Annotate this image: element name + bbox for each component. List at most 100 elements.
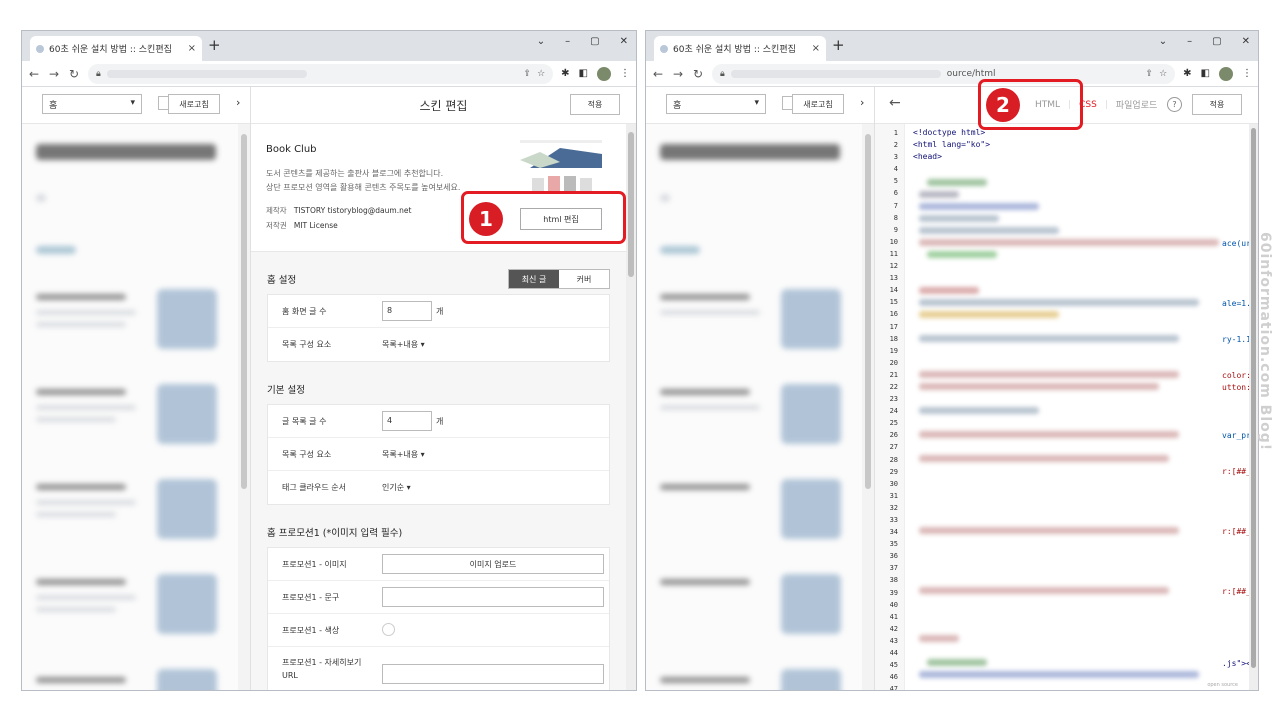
code-editor[interactable]: 1 2 3 4 5 6 7 8 9 10 11 12 13 14 15 16 1…: [875, 124, 1258, 690]
tab-search-icon[interactable]: ⌄: [537, 36, 545, 47]
chevron-right-icon[interactable]: ›: [860, 96, 864, 109]
browser-window-right: 60초 쉬운 설치 방법 :: 스킨편집 × + ⌄ – ▢ ✕ ← → ↻ 🔒…: [645, 30, 1259, 691]
tab-bar: 60초 쉬운 설치 방법 :: 스킨편집 × + ⌄ – ▢ ✕: [646, 31, 1258, 61]
page-select[interactable]: 홈 ▾: [666, 94, 766, 114]
tab-file-upload[interactable]: 파일업로드: [1116, 98, 1157, 111]
side-panel-icon[interactable]: ◧: [1201, 68, 1210, 79]
maximize-icon[interactable]: ▢: [590, 36, 599, 47]
blog-preview-panel: 홈 ▾ 새로고침 ›: [646, 87, 875, 690]
preview-toolbar: 홈 ▾ 새로고침 ›: [646, 87, 874, 124]
back-icon[interactable]: ←: [652, 67, 664, 81]
forward-icon[interactable]: →: [48, 67, 60, 81]
reload-icon[interactable]: ↻: [68, 67, 80, 81]
settings-scrollbar[interactable]: [626, 124, 636, 690]
close-tab-icon[interactable]: ×: [812, 43, 820, 54]
close-tab-icon[interactable]: ×: [188, 43, 196, 54]
refresh-button[interactable]: 새로고침: [168, 94, 220, 114]
favicon-icon: [660, 44, 668, 53]
tag-cloud-order-select[interactable]: 인기순 ▾: [382, 482, 411, 493]
side-panel-icon[interactable]: ◧: [579, 68, 588, 79]
back-arrow-icon[interactable]: ←: [889, 95, 901, 111]
caret-down-icon: ▾: [754, 98, 759, 108]
menu-icon[interactable]: ⋮: [620, 68, 630, 79]
settings-row: 프로모션1 - 자세히보기 URL: [268, 647, 609, 690]
window-controls: ⌄ – ▢ ✕: [1159, 36, 1250, 47]
bookmark-star-icon[interactable]: ☆: [1159, 69, 1167, 79]
browser-window-left: 60초 쉬운 설치 방법 :: 스킨편집 × + ⌄ – ▢ ✕ ← → ↻ 🔒…: [21, 30, 637, 691]
settings-row: 프로모션1 - 문구: [268, 581, 609, 614]
tab-search-icon[interactable]: ⌄: [1159, 36, 1167, 47]
basic-settings: 기본 설정 글 목록 글 수 4 개 목록 구성 요소 목록+내용 ▾ 태그 클: [251, 362, 626, 505]
apply-button[interactable]: 적용: [570, 94, 620, 115]
line-number-gutter: 1 2 3 4 5 6 7 8 9 10 11 12 13 14 15 16 1…: [875, 124, 905, 690]
preview-scrollbar[interactable]: [862, 124, 874, 690]
browser-tab[interactable]: 60초 쉬운 설치 방법 :: 스킨편집 ×: [30, 36, 202, 61]
settings-row: 목록 구성 요소 목록+내용 ▾: [268, 438, 609, 471]
home-mode-latest[interactable]: 최신 글: [509, 270, 559, 288]
settings-row: 프로모션1 - 이미지 이미지 업로드: [268, 548, 609, 581]
chevron-right-icon[interactable]: ›: [236, 96, 240, 109]
code-text[interactable]: <!doctype html> <html lang="ko"> <head>: [913, 127, 990, 163]
bookmark-star-icon[interactable]: ☆: [537, 69, 545, 79]
minimize-icon[interactable]: –: [565, 36, 570, 47]
promo-text-input[interactable]: [382, 587, 604, 607]
settings-row: 프로모션1 - 색상: [268, 614, 609, 647]
new-tab-button[interactable]: +: [832, 36, 845, 54]
close-window-icon[interactable]: ✕: [1242, 36, 1250, 47]
home-settings: 홈 설정 최신 글 커버 홈 화면 글 수 8 개 목록 구성 요소 목록+내용…: [251, 252, 626, 362]
caret-down-icon: ▾: [130, 98, 135, 108]
promo-settings: 홈 프로모션1 (*이미지 입력 필수) 프로모션1 - 이미지 이미지 업로드…: [251, 505, 626, 690]
new-tab-button[interactable]: +: [208, 36, 221, 54]
share-icon[interactable]: ⇪: [524, 69, 532, 79]
menu-icon[interactable]: ⋮: [1242, 68, 1252, 79]
help-icon[interactable]: ?: [1167, 97, 1182, 112]
share-icon[interactable]: ⇪: [1146, 69, 1154, 79]
extensions-icon[interactable]: ✱: [1183, 68, 1191, 79]
extensions-icon[interactable]: ✱: [561, 68, 569, 79]
url-field[interactable]: 🔒︎ ⇪ ☆: [88, 63, 554, 84]
home-mode-cover[interactable]: 커버: [559, 270, 609, 288]
address-bar: ← → ↻ 🔒︎ ource/html ⇪ ☆ ✱ ◧ ⋮: [646, 61, 1258, 87]
url-blurred: [106, 69, 307, 78]
forward-icon[interactable]: →: [672, 67, 684, 81]
open-source-label: open source: [1207, 682, 1238, 688]
back-icon[interactable]: ←: [28, 67, 40, 81]
browser-tab[interactable]: 60초 쉬운 설치 방법 :: 스킨편집 ×: [654, 36, 826, 61]
step-badge-2: 2: [986, 88, 1020, 122]
home-post-count-input[interactable]: 8: [382, 301, 432, 321]
home-mode-toggle: 최신 글 커버: [508, 269, 610, 289]
blog-preview-blurred: [646, 124, 862, 690]
maximize-icon[interactable]: ▢: [1212, 36, 1221, 47]
settings-row: 목록 구성 요소 목록+내용 ▾: [282, 339, 425, 350]
reload-icon[interactable]: ↻: [692, 67, 704, 81]
blog-preview-blurred: [22, 124, 238, 690]
list-post-count-input[interactable]: 4: [382, 411, 432, 431]
color-picker[interactable]: [382, 623, 395, 636]
url-suffix: ource/html: [946, 68, 996, 79]
settings-row: 태그 클라우드 순서 인기순 ▾: [282, 482, 411, 493]
step-badge-1: 1: [469, 202, 503, 236]
watermark: 60information.com Blog!: [1257, 232, 1273, 452]
refresh-button[interactable]: 새로고침: [792, 94, 844, 114]
list-structure-select[interactable]: 목록+내용 ▾: [382, 449, 425, 460]
minimize-icon[interactable]: –: [1187, 36, 1192, 47]
lock-icon: 🔒︎: [96, 68, 101, 79]
promo-settings-title: 홈 프로모션1 (*이미지 입력 필수): [267, 528, 403, 539]
address-bar: ← → ↻ 🔒︎ ⇪ ☆ ✱ ◧ ⋮: [22, 61, 636, 87]
profile-avatar[interactable]: [1219, 66, 1233, 81]
home-list-select[interactable]: 목록+내용 ▾: [382, 339, 425, 350]
image-upload-button[interactable]: 이미지 업로드: [382, 554, 604, 574]
apply-button[interactable]: 적용: [1192, 94, 1242, 115]
preview-toolbar: 홈 ▾ 새로고침 ›: [22, 87, 250, 124]
close-window-icon[interactable]: ✕: [620, 36, 628, 47]
tab-title: 60초 쉬운 설치 방법 :: 스킨편집: [49, 45, 172, 55]
preview-scrollbar[interactable]: [238, 124, 250, 690]
url-field[interactable]: 🔒︎ ource/html ⇪ ☆: [712, 63, 1176, 84]
url-blurred: [730, 69, 941, 78]
page-select[interactable]: 홈 ▾: [42, 94, 142, 114]
window-controls: ⌄ – ▢ ✕: [537, 36, 628, 47]
profile-avatar[interactable]: [597, 66, 611, 81]
basic-settings-title: 기본 설정: [267, 385, 305, 396]
promo-url-input[interactable]: [382, 664, 604, 684]
blog-preview-panel: 홈 ▾ 새로고침 ›: [22, 87, 251, 690]
